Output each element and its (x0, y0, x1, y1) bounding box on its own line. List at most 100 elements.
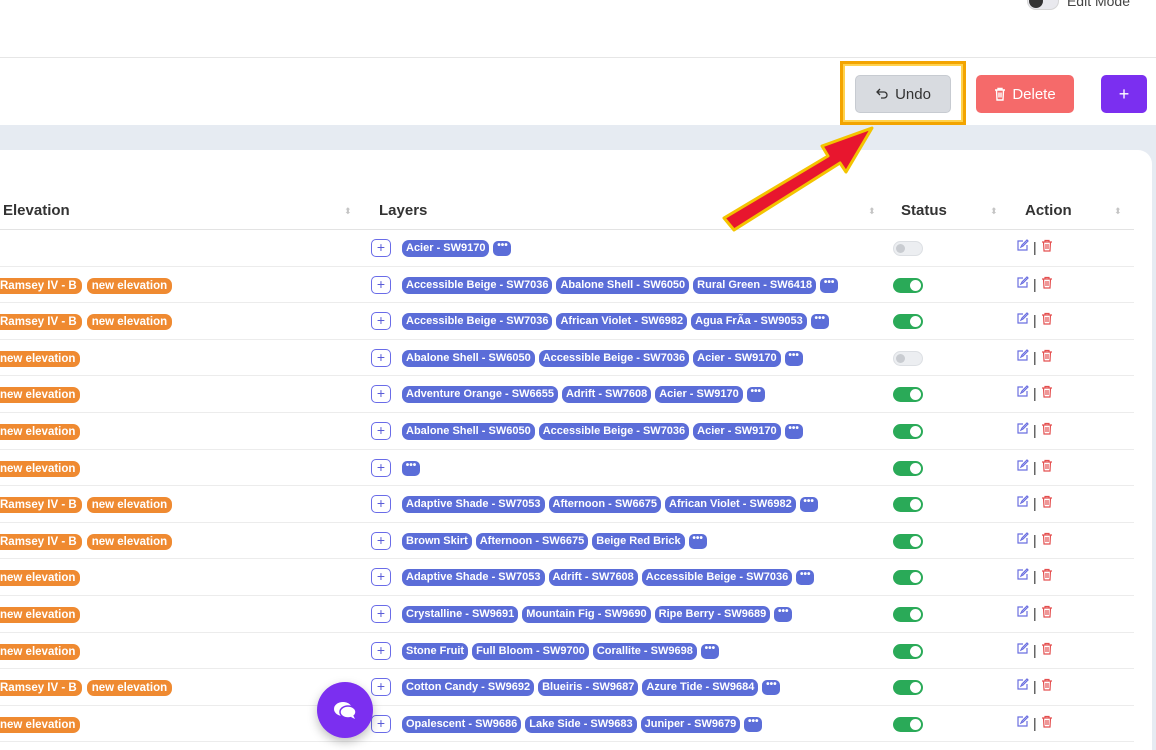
edit-icon[interactable] (1016, 714, 1029, 731)
add-button[interactable]: + (1101, 75, 1147, 113)
status-toggle[interactable] (893, 424, 923, 439)
layer-tag: Stone Fruit (402, 642, 469, 660)
more-layers-button[interactable]: ••• (784, 350, 803, 366)
table-row: new elevation + Abalone Shell - SW6050 Acce… (0, 340, 1134, 377)
layer-tag: Brown Skirt (402, 532, 472, 550)
more-layers-button[interactable]: ••• (493, 241, 512, 256)
add-layer-button[interactable]: + (371, 385, 391, 404)
sort-elevation-icon[interactable]: ⬍ (344, 206, 352, 217)
edit-mode-toggle[interactable] (1026, 0, 1059, 10)
trash-icon[interactable] (1041, 642, 1053, 658)
sort-action-icon[interactable]: ⬍ (1114, 206, 1122, 217)
trash-icon[interactable] (1041, 532, 1053, 548)
edit-icon[interactable] (1016, 275, 1029, 292)
edit-icon[interactable] (1016, 568, 1029, 584)
trash-icon[interactable] (1041, 568, 1053, 584)
add-layer-button[interactable]: + (371, 348, 391, 367)
status-toggle[interactable] (893, 570, 923, 586)
more-layers-button[interactable]: ••• (746, 387, 765, 403)
status-toggle[interactable] (893, 350, 923, 366)
trash-icon[interactable] (1041, 495, 1053, 511)
edit-mode-toggle-group[interactable]: Edit Mode (1026, 0, 1130, 10)
status-toggle[interactable] (893, 460, 923, 476)
add-layer-button[interactable]: + (371, 678, 391, 697)
edit-icon[interactable] (1016, 495, 1029, 511)
more-layers-button[interactable]: ••• (744, 716, 763, 732)
trash-icon[interactable] (1041, 422, 1053, 438)
trash-icon[interactable] (1041, 349, 1053, 365)
more-layers-button[interactable]: ••• (688, 533, 707, 549)
edit-icon[interactable] (1016, 422, 1029, 438)
add-layer-button[interactable]: + (371, 422, 391, 440)
table-header: Elevation ⬍ Layers ⬍ Status ⬍ Action ⬍ (0, 196, 1134, 230)
layer-tags: Abalone Shell - SW6050 Accessible Beige -… (402, 349, 803, 367)
more-layers-button[interactable]: ••• (774, 607, 793, 622)
add-layer-button[interactable]: + (371, 239, 391, 257)
status-toggle[interactable] (893, 716, 923, 732)
status-toggle[interactable] (893, 277, 923, 293)
column-elevation[interactable]: Elevation (3, 202, 70, 219)
layer-tag: Adrift - SW7608 (548, 569, 638, 587)
column-layers[interactable]: Layers (379, 202, 427, 219)
add-layer-button[interactable]: + (371, 531, 391, 550)
trash-icon[interactable] (1041, 678, 1053, 694)
layer-tags: Adaptive Shade - SW7053 Afternoon - SW667… (402, 496, 818, 514)
add-layer-button[interactable]: + (371, 714, 391, 733)
add-layer-button[interactable]: + (371, 275, 391, 294)
layer-tag: Accessible Beige - SW7036 (641, 569, 793, 587)
edit-icon[interactable] (1016, 312, 1029, 328)
more-layers-button[interactable]: ••• (796, 570, 815, 586)
trash-icon[interactable] (1041, 715, 1053, 731)
elevation-tag: new elevation (0, 350, 81, 367)
add-layer-button[interactable]: + (371, 312, 391, 331)
column-status[interactable]: Status (901, 202, 947, 219)
add-layer-button[interactable]: + (371, 458, 391, 477)
trash-icon[interactable] (1041, 239, 1053, 255)
edit-icon[interactable] (1016, 678, 1029, 694)
edit-icon[interactable] (1016, 385, 1029, 401)
sort-status-icon[interactable]: ⬍ (990, 206, 998, 217)
more-layers-button[interactable]: ••• (799, 497, 818, 513)
more-layers-button[interactable]: ••• (700, 643, 719, 659)
status-toggle[interactable] (893, 241, 923, 256)
trash-icon[interactable] (1041, 459, 1053, 475)
table-row: new elevation + Abalone Shell - SW6050 Acce… (0, 413, 1134, 450)
chat-button[interactable] (317, 682, 373, 738)
status-toggle[interactable] (893, 607, 923, 622)
more-layers-button[interactable]: ••• (810, 314, 829, 330)
status-toggle[interactable] (893, 533, 923, 549)
undo-icon (876, 88, 888, 99)
column-action[interactable]: Action (1025, 202, 1072, 219)
edit-icon[interactable] (1016, 239, 1029, 255)
delete-button[interactable]: Delete (976, 75, 1074, 113)
edit-icon[interactable] (1016, 605, 1029, 621)
action-separator: | (1033, 385, 1037, 402)
status-toggle[interactable] (893, 314, 923, 330)
layer-tag: Abalone Shell - SW6050 (402, 349, 535, 367)
status-toggle[interactable] (893, 643, 923, 659)
more-layers-button[interactable]: ••• (820, 277, 839, 293)
status-toggle[interactable] (893, 497, 923, 513)
trash-icon[interactable] (1041, 276, 1053, 292)
edit-icon[interactable] (1016, 641, 1029, 658)
more-layers-button[interactable]: ••• (402, 460, 420, 476)
edit-icon[interactable] (1016, 531, 1029, 548)
add-layer-button[interactable]: + (371, 495, 391, 514)
layer-tag: Acier - SW9170 (693, 423, 781, 440)
trash-icon[interactable] (1041, 312, 1053, 328)
more-layers-button[interactable]: ••• (784, 424, 803, 439)
more-layers-button[interactable]: ••• (762, 680, 781, 696)
edit-icon[interactable] (1016, 348, 1029, 365)
edit-icon[interactable] (1016, 458, 1029, 475)
trash-icon[interactable] (1041, 605, 1053, 621)
layer-tag: Ripe Berry - SW9689 (654, 606, 771, 623)
sort-layers-icon[interactable]: ⬍ (868, 206, 876, 217)
trash-icon[interactable] (1041, 385, 1053, 401)
add-layer-button[interactable]: + (371, 605, 391, 623)
add-layer-button[interactable]: + (371, 641, 391, 660)
status-toggle[interactable] (893, 387, 923, 403)
add-layer-button[interactable]: + (371, 568, 391, 587)
undo-button[interactable]: Undo (855, 75, 951, 113)
status-toggle[interactable] (893, 680, 923, 696)
row-actions: | (1016, 642, 1053, 658)
